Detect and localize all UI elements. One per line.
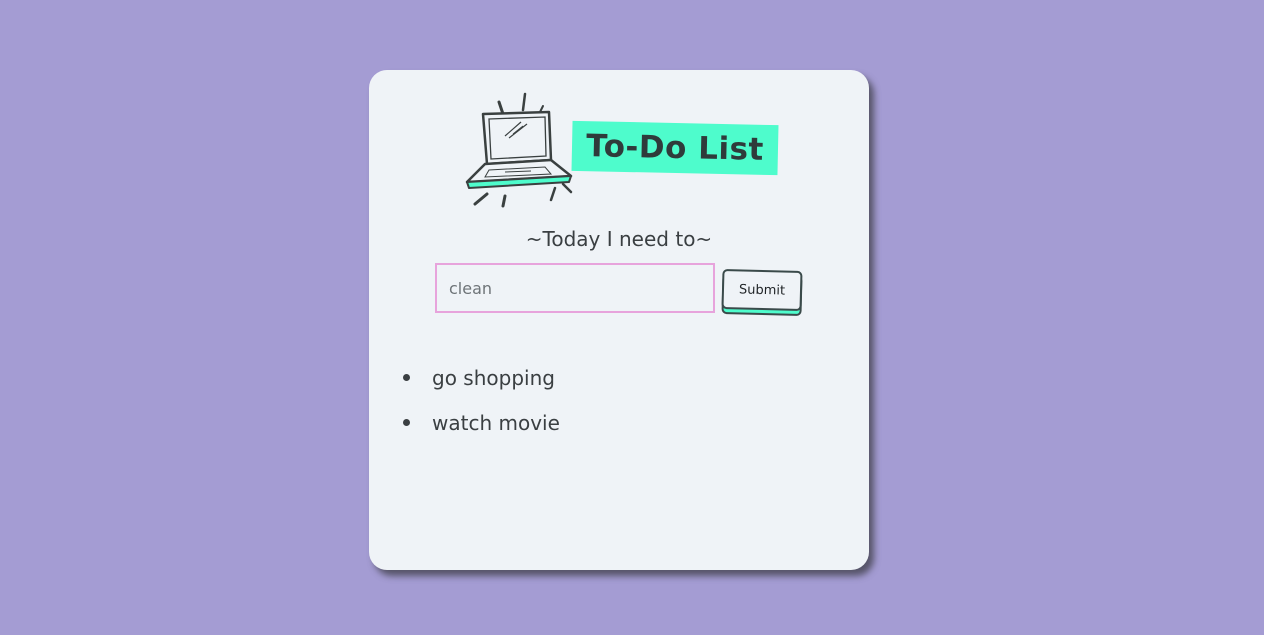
laptop-sketch-icon [465,92,573,208]
todo-item-text: go shopping [432,366,555,390]
todo-item[interactable]: watch movie [401,405,560,450]
todo-input[interactable] [435,263,715,313]
todo-card: To-Do List ~Today I need to~ Submit go s… [369,70,869,570]
bullet-icon [403,419,410,426]
title-banner: To-Do List [571,120,779,176]
page-subtitle: ~Today I need to~ [525,227,713,251]
page-title: To-Do List [585,128,765,168]
todo-list: go shopping watch movie [401,360,560,450]
submit-button[interactable]: Submit [721,268,803,312]
bullet-icon [403,374,410,381]
todo-item[interactable]: go shopping [401,360,560,405]
todo-item-text: watch movie [432,411,560,435]
